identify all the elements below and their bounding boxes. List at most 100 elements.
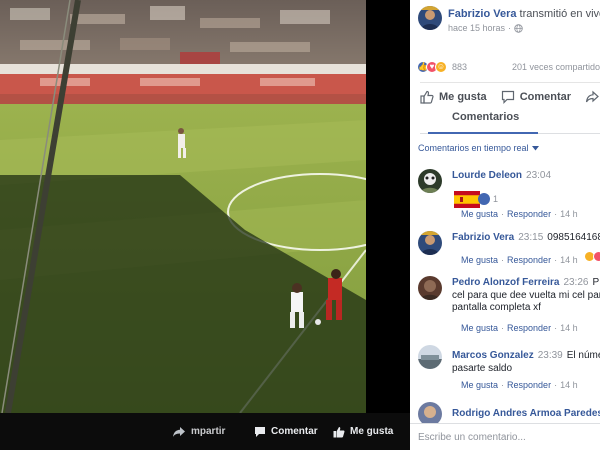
reactions-summary[interactable]: 👍 ♥ ☺ 883 201 veces compartido: [417, 57, 600, 77]
tab-active-indicator: [428, 132, 538, 134]
thumbs-up-icon: [333, 426, 345, 437]
comment-like-link[interactable]: Me gusta: [461, 323, 498, 333]
comment-text: 0985164168: [547, 232, 600, 243]
reaction-count: 883: [452, 62, 468, 72]
comment-like-link[interactable]: Me gusta: [461, 380, 498, 390]
commenter-avatar[interactable]: [418, 231, 442, 255]
avatar-image: [418, 345, 442, 369]
comment-icon: [255, 426, 265, 437]
post-action-bar: Me gusta Comentar: [420, 82, 600, 110]
comment-actions: Me gusta · Responder · 14 h: [461, 380, 578, 390]
comment-input[interactable]: [418, 428, 598, 447]
comment-actions: Me gusta · Responder · 14 h: [461, 255, 578, 265]
post-header: Fabrizio Vera transmitió en vivo. hace 1…: [418, 5, 600, 37]
comment-reply-link[interactable]: Responder: [507, 323, 551, 333]
like-button[interactable]: Me gusta: [420, 90, 487, 104]
comment-item: Lourde Deleon 23:04 1 Me gusta · Responder ·…: [418, 169, 600, 225]
commenter-name[interactable]: Pedro Alonzof Ferreira: [452, 277, 559, 288]
comment-reply-link[interactable]: Responder: [507, 209, 551, 219]
comment-item: Marcos Gonzalez 23:39 El núme pasarte sald…: [418, 345, 600, 397]
comment-like-link[interactable]: Me gusta: [461, 209, 498, 219]
post-author-name[interactable]: Fabrizio Vera: [448, 8, 516, 20]
share-video-button[interactable]: mpartir: [172, 413, 225, 450]
comment-filter-dropdown[interactable]: Comentarios en tiempo real: [418, 143, 539, 153]
comment-author-line: Fabrizio Vera 23:15 0985164168: [452, 232, 600, 243]
commenter-avatar[interactable]: [418, 276, 442, 300]
comment-button-label: Comentar: [519, 90, 572, 103]
reaction-icons: 👍 ♥ ☺: [417, 61, 447, 73]
comment-button[interactable]: Comentar: [501, 90, 571, 104]
caret-down-icon: [531, 145, 539, 150]
comment-item: Rodrigo Andres Armoa Paredes: [418, 402, 600, 426]
author-avatar[interactable]: [418, 6, 442, 30]
comment-author-line: Marcos Gonzalez 23:39 El núme: [452, 350, 600, 361]
like-icon: [478, 193, 490, 205]
share-icon: [173, 426, 185, 437]
comment-icon: [501, 90, 514, 104]
comment-text-line: cel para que dee vuelta mi cel para: [452, 290, 600, 301]
share-icon: [585, 90, 599, 102]
comment-author-line: Rodrigo Andres Armoa Paredes: [452, 408, 600, 419]
comment-like-link[interactable]: Me gusta: [461, 255, 498, 265]
comment-composer: [410, 423, 600, 450]
commenter-name[interactable]: Marcos Gonzalez: [452, 350, 534, 361]
comment-time[interactable]: 23:04: [526, 170, 551, 181]
share-count[interactable]: 201 veces compartido: [512, 62, 600, 72]
post-time[interactable]: hace 15 horas: [448, 23, 505, 33]
comment-age[interactable]: 14 h: [560, 255, 578, 265]
comment-actions: Me gusta · Responder · 14 h: [461, 323, 578, 333]
post-meta: hace 15 horas ·: [448, 23, 523, 33]
comment-age[interactable]: 14 h: [560, 323, 578, 333]
comment-author-line: Pedro Alonzof Ferreira 23:26 P: [452, 277, 599, 288]
post-action-text: transmitió en vivo.: [519, 8, 600, 20]
like-button-label: Me gusta: [439, 90, 487, 103]
comment-text: P: [592, 277, 600, 288]
comment-filter-label: Comentarios en tiempo real: [418, 143, 529, 153]
comment-item: Fabrizio Vera 23:15 0985164168 Me gusta · Re…: [418, 231, 600, 271]
avatar-image: [418, 276, 442, 300]
comment-reactions[interactable]: [584, 251, 600, 262]
commenter-avatar[interactable]: [418, 169, 442, 193]
comment-item: Pedro Alonzof Ferreira 23:26 P cel para qu…: [418, 276, 600, 338]
comment-video-label: Comentar: [271, 426, 318, 437]
comment-reply-link[interactable]: Responder: [507, 255, 551, 265]
globe-icon[interactable]: [514, 23, 523, 33]
comment-author-line: Lourde Deleon 23:04: [452, 170, 551, 181]
post-sidebar: Fabrizio Vera transmitió en vivo. hace 1…: [410, 0, 600, 450]
comment-reaction-count: 1: [493, 194, 499, 204]
comment-time[interactable]: 23:26: [563, 277, 588, 288]
love-icon: [593, 251, 600, 262]
video-controls-bar: mpartir Comentar Me gusta: [0, 413, 410, 450]
commenter-avatar[interactable]: [418, 345, 442, 369]
comment-text: El núme: [566, 350, 600, 361]
comment-actions: Me gusta · Responder · 14 h: [461, 209, 578, 219]
comment-age[interactable]: 14 h: [560, 380, 578, 390]
comment-reaction[interactable]: 1: [478, 193, 498, 205]
comment-time[interactable]: 23:39: [538, 350, 563, 361]
video-frame[interactable]: [0, 0, 366, 413]
avatar-image: [418, 6, 442, 30]
post-author-line: Fabrizio Vera transmitió en vivo.: [448, 8, 600, 20]
commenter-name[interactable]: Lourde Deleon: [452, 170, 522, 181]
spain-flag-sticker: [454, 191, 480, 208]
comment-time[interactable]: 23:15: [518, 232, 543, 243]
comment-text-line: pantalla completa xf: [452, 302, 541, 313]
live-video-player[interactable]: mpartir Comentar Me gusta: [0, 0, 410, 450]
commenter-name[interactable]: Rodrigo Andres Armoa Paredes: [452, 408, 600, 419]
share-button[interactable]: [585, 90, 599, 104]
thumbs-up-icon: [420, 90, 434, 104]
comment-video-button[interactable]: Comentar: [254, 413, 318, 450]
comment-tabs: Comentarios: [420, 108, 600, 134]
comment-age[interactable]: 14 h: [560, 209, 578, 219]
comment-text-line: pasarte saldo: [452, 363, 513, 374]
stadium-scene: [0, 0, 366, 413]
share-video-label: mpartir: [191, 426, 226, 437]
like-video-label: Me gusta: [350, 426, 394, 437]
comment-reply-link[interactable]: Responder: [507, 380, 551, 390]
haha-icon: ☺: [435, 61, 447, 73]
like-video-button[interactable]: Me gusta: [333, 413, 393, 450]
avatar-image: [418, 169, 442, 193]
tab-comments[interactable]: Comentarios: [452, 111, 519, 123]
avatar-image: [418, 231, 442, 255]
commenter-name[interactable]: Fabrizio Vera: [452, 232, 514, 243]
